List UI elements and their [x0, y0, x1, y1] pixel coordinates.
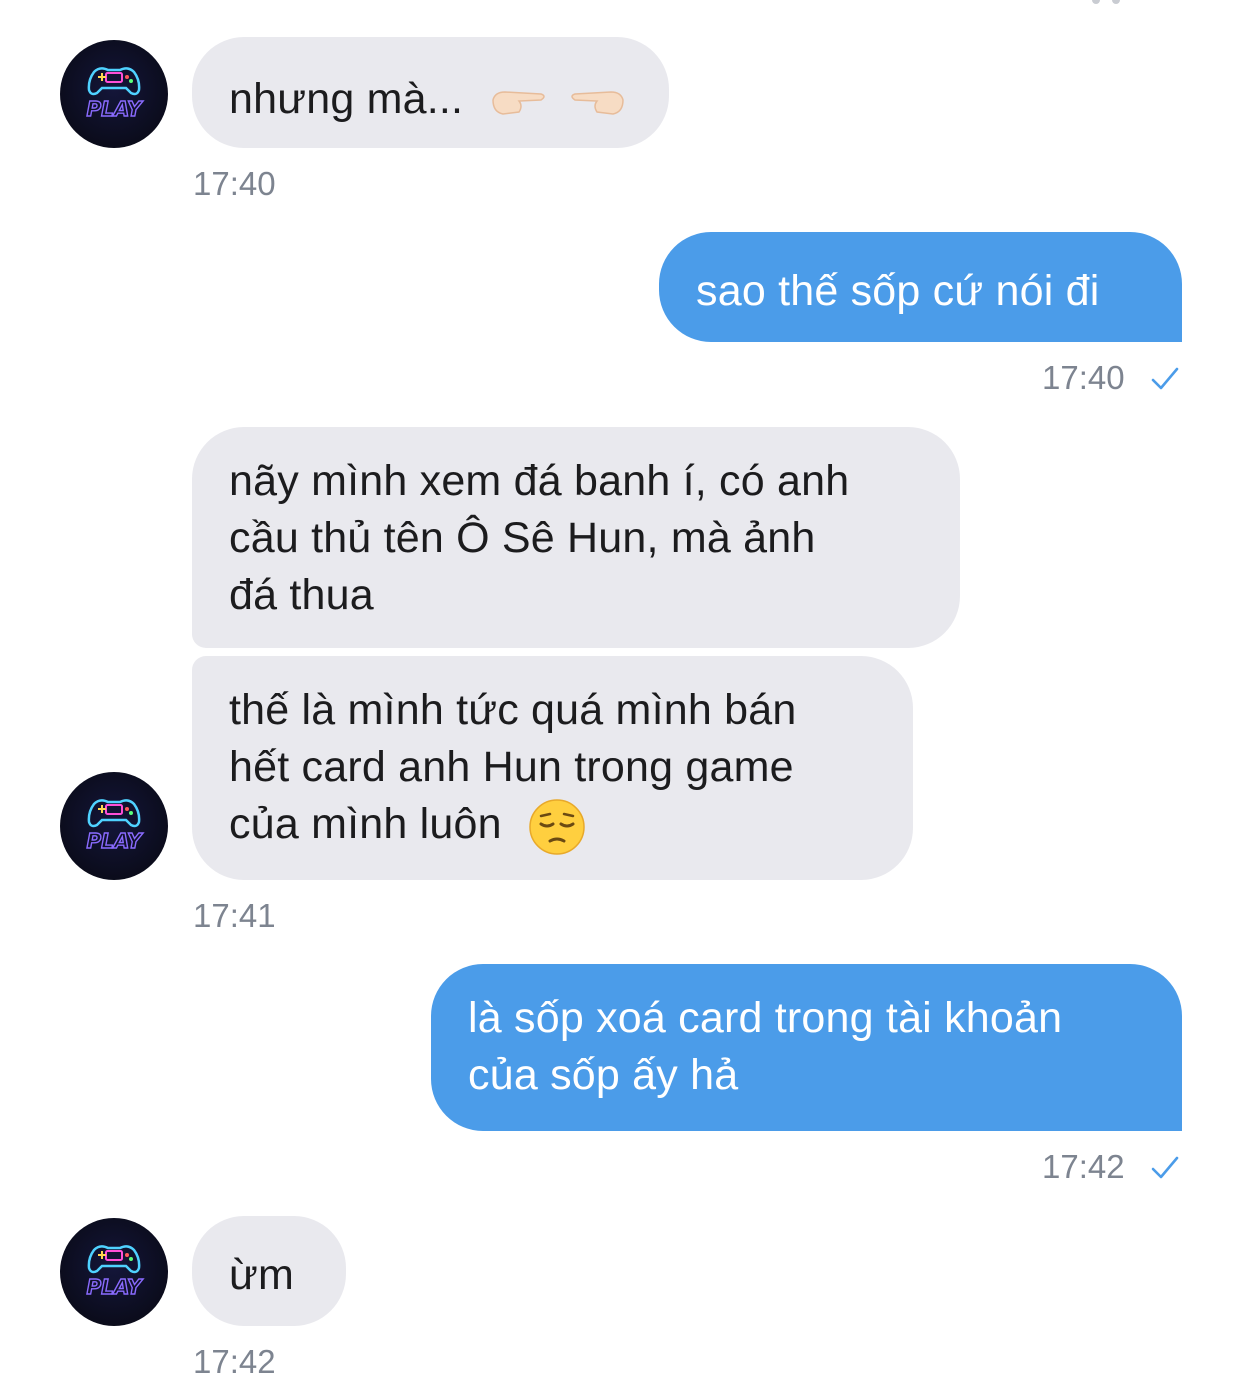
- message-text-line: đá thua: [229, 571, 374, 619]
- contact-avatar[interactable]: PLAY: [60, 1218, 168, 1326]
- message-timestamp: 17:42: [193, 1343, 276, 1380]
- pointing-left-hand-icon: [571, 90, 625, 115]
- neon-gamepad-play-icon: PLAY: [86, 67, 145, 122]
- message-text: nhưng mà...: [229, 71, 669, 128]
- neon-gamepad-play-icon: PLAY: [86, 1245, 145, 1300]
- outgoing-message-bubble[interactable]: sao thế sốp cứ nói đi: [659, 232, 1182, 342]
- svg-text:PLAY: PLAY: [86, 97, 144, 121]
- message-text-line: cầu thủ tên Ô Sê Hun, mà ảnh: [229, 514, 816, 562]
- svg-text:PLAY: PLAY: [86, 829, 144, 853]
- message-text-line: của mình luôn: [229, 796, 913, 856]
- read-check-icon: [1151, 1156, 1179, 1179]
- contact-avatar[interactable]: PLAY: [60, 40, 168, 148]
- pointing-right-hand-icon: [492, 90, 546, 115]
- message-text-line: của sốp ấy hả: [468, 1051, 739, 1099]
- incoming-message-bubble[interactable]: nhưng mà...: [192, 37, 669, 148]
- top-edge-indicator: [1092, 0, 1120, 4]
- neon-gamepad-play-icon: PLAY: [86, 799, 145, 854]
- read-check-icon: [1151, 367, 1179, 390]
- message-text-line: nãy mình xem đá banh í, có anh: [229, 457, 850, 505]
- outgoing-message-bubble[interactable]: là sốp xoá card trong tài khoản của sốp …: [431, 964, 1182, 1131]
- pensive-face-icon: [529, 798, 585, 855]
- message-text: ừm: [229, 1251, 295, 1299]
- incoming-message-bubble[interactable]: nãy mình xem đá banh í, có anh cầu thủ t…: [192, 427, 960, 648]
- message-timestamp: 17:40: [1042, 359, 1125, 396]
- message-text: sao thế sốp cứ nói đi: [696, 267, 1100, 315]
- svg-text:PLAY: PLAY: [86, 1275, 144, 1299]
- message-text-line: hết card anh Hun trong game: [229, 743, 794, 791]
- message-timestamp: 17:40: [193, 165, 276, 202]
- message-timestamp: 17:41: [193, 897, 276, 934]
- incoming-message-bubble[interactable]: thế là mình tức quá mình bán hết card an…: [192, 656, 913, 880]
- message-text-line: là sốp xoá card trong tài khoản: [468, 994, 1063, 1042]
- message-timestamp: 17:42: [1042, 1148, 1125, 1185]
- contact-avatar[interactable]: PLAY: [60, 772, 168, 880]
- incoming-message-bubble[interactable]: ừm: [192, 1216, 346, 1326]
- message-text-line: thế là mình tức quá mình bán: [229, 686, 797, 734]
